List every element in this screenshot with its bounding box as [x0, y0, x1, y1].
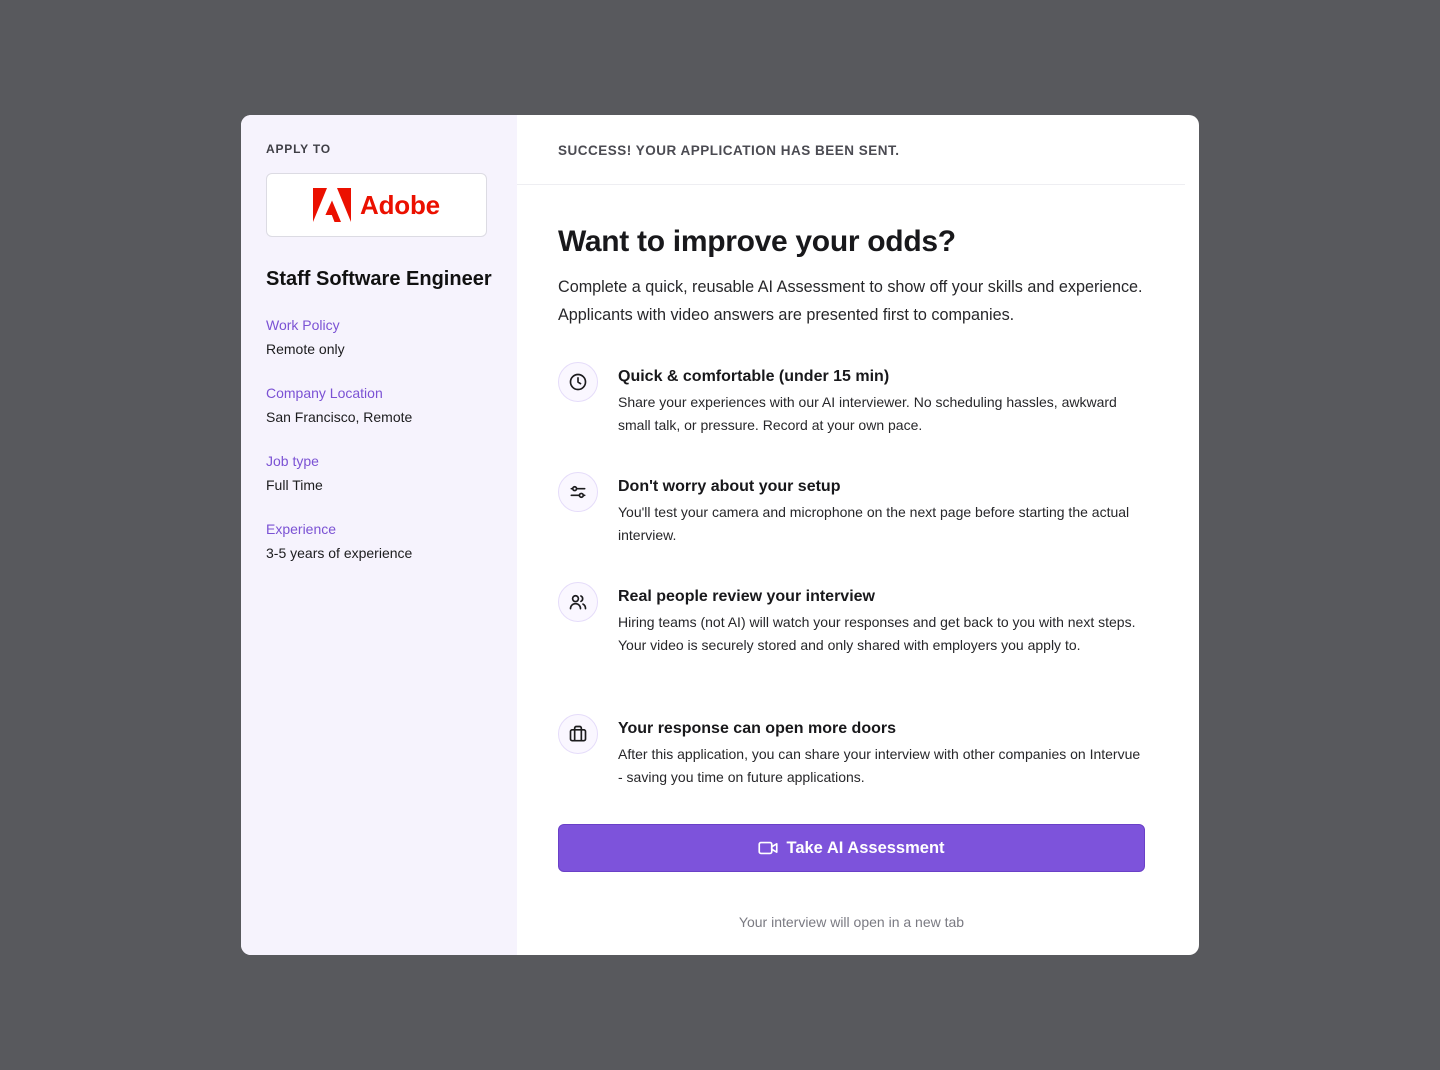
detail-label: Work Policy	[266, 317, 340, 333]
briefcase-icon	[558, 714, 598, 754]
feature-description: You'll test your camera and microphone o…	[618, 504, 1130, 543]
job-sidebar: APPLY TO Adobe Staff Software Engineer W…	[241, 115, 517, 955]
apply-to-label: APPLY TO	[266, 142, 331, 156]
detail-label: Company Location	[266, 385, 383, 401]
detail-company-location: Company Location San Francisco, Remote	[266, 383, 493, 427]
feature-title: Real people review your interview	[618, 588, 875, 605]
feature-title: Don't worry about your setup	[618, 478, 841, 495]
sliders-icon	[558, 472, 598, 512]
intro-text: Complete a quick, reusable AI Assessment…	[558, 278, 1143, 324]
detail-work-policy: Work Policy Remote only	[266, 315, 493, 359]
detail-label: Experience	[266, 521, 337, 537]
video-camera-icon	[758, 841, 779, 855]
detail-experience: Experience 3-5 years of experience	[266, 519, 493, 563]
detail-value: San Francisco, Remote	[266, 409, 413, 425]
assessment-pitch: Want to improve your odds? Complete a qu…	[517, 185, 1199, 930]
feature-title: Quick & comfortable (under 15 min)	[618, 368, 890, 385]
feature-description: After this application, you can share yo…	[618, 746, 1141, 785]
adobe-logo-icon	[313, 188, 352, 222]
job-title: Staff Software Engineer	[266, 268, 492, 290]
feature-title: Your response can open more doors	[618, 720, 896, 737]
detail-value: Remote only	[266, 341, 345, 357]
feature-list: Quick & comfortable (under 15 min) Share…	[558, 361, 1145, 791]
take-ai-assessment-button[interactable]: Take AI Assessment	[558, 824, 1145, 872]
feature-item: Real people review your interview Hiring…	[558, 581, 1145, 713]
feature-item: Don't worry about your setup You'll test…	[558, 471, 1145, 581]
detail-value: 3-5 years of experience	[266, 545, 413, 561]
clock-icon	[558, 362, 598, 402]
application-modal: APPLY TO Adobe Staff Software Engineer W…	[241, 115, 1199, 955]
main-panel: SUCCESS! YOUR APPLICATION HAS BEEN SENT.…	[517, 115, 1199, 955]
success-banner: SUCCESS! YOUR APPLICATION HAS BEEN SENT.	[517, 115, 1185, 185]
cta-label: Take AI Assessment	[786, 838, 945, 857]
company-logo: Adobe	[266, 173, 487, 237]
company-name: Adobe	[360, 189, 440, 220]
detail-label: Job type	[266, 453, 319, 469]
feature-description: Share your experiences with our AI inter…	[618, 394, 1117, 433]
detail-value: Full Time	[266, 477, 323, 493]
users-icon	[558, 582, 598, 622]
detail-job-type: Job type Full Time	[266, 451, 493, 495]
job-details: Work Policy Remote only Company Location…	[266, 315, 493, 563]
feature-item: Your response can open more doors After …	[558, 713, 1145, 791]
new-tab-note: Your interview will open in a new tab	[738, 914, 965, 930]
feature-description: Hiring teams (not AI) will watch your re…	[618, 614, 1136, 653]
feature-item: Quick & comfortable (under 15 min) Share…	[558, 361, 1145, 471]
page-title: Want to improve your odds?	[558, 225, 956, 258]
